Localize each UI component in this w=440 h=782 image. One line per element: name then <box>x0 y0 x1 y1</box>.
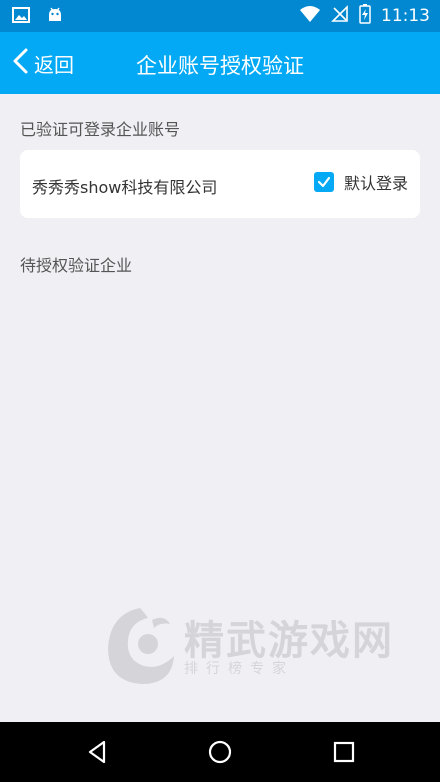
nav-back-button[interactable] <box>84 738 112 766</box>
company-card[interactable]: 秀秀秀show科技有限公司 默认登录 <box>20 150 420 218</box>
battery-charging-icon <box>359 4 371 28</box>
company-name: 秀秀秀show科技有限公司 <box>32 178 218 197</box>
pending-section-label: 待授权验证企业 <box>20 256 133 275</box>
status-time: 11:13 <box>381 6 430 26</box>
navigation-bar <box>0 722 440 782</box>
nav-recent-button[interactable] <box>330 738 358 766</box>
triangle-back-icon <box>88 740 106 764</box>
page-title: 企业账号授权验证 <box>136 54 304 78</box>
default-login-label: 默认登录 <box>343 174 408 193</box>
watermark-logo <box>108 608 174 684</box>
status-left-icons <box>12 6 64 28</box>
default-login-checkbox[interactable] <box>313 172 334 192</box>
watermark-subtitle: 排行榜专家 <box>184 661 294 677</box>
status-right-icons: 11:13 <box>299 4 430 28</box>
android-icon <box>46 6 64 28</box>
check-icon <box>317 176 331 188</box>
app-bar: 返回 企业账号授权验证 <box>0 32 440 94</box>
wifi-icon <box>299 5 321 27</box>
square-recent-icon <box>333 741 355 763</box>
default-login-toggle[interactable]: 默认登录 <box>313 170 408 194</box>
circle-home-icon <box>208 740 232 764</box>
nav-home-button[interactable] <box>206 738 234 766</box>
gallery-icon <box>12 6 30 28</box>
status-bar: 11:13 <box>0 0 440 32</box>
watermark: 精武游戏网 排行榜专家 <box>100 600 420 690</box>
no-signal-icon <box>331 5 349 27</box>
verified-section-label: 已验证可登录企业账号 <box>20 120 181 139</box>
